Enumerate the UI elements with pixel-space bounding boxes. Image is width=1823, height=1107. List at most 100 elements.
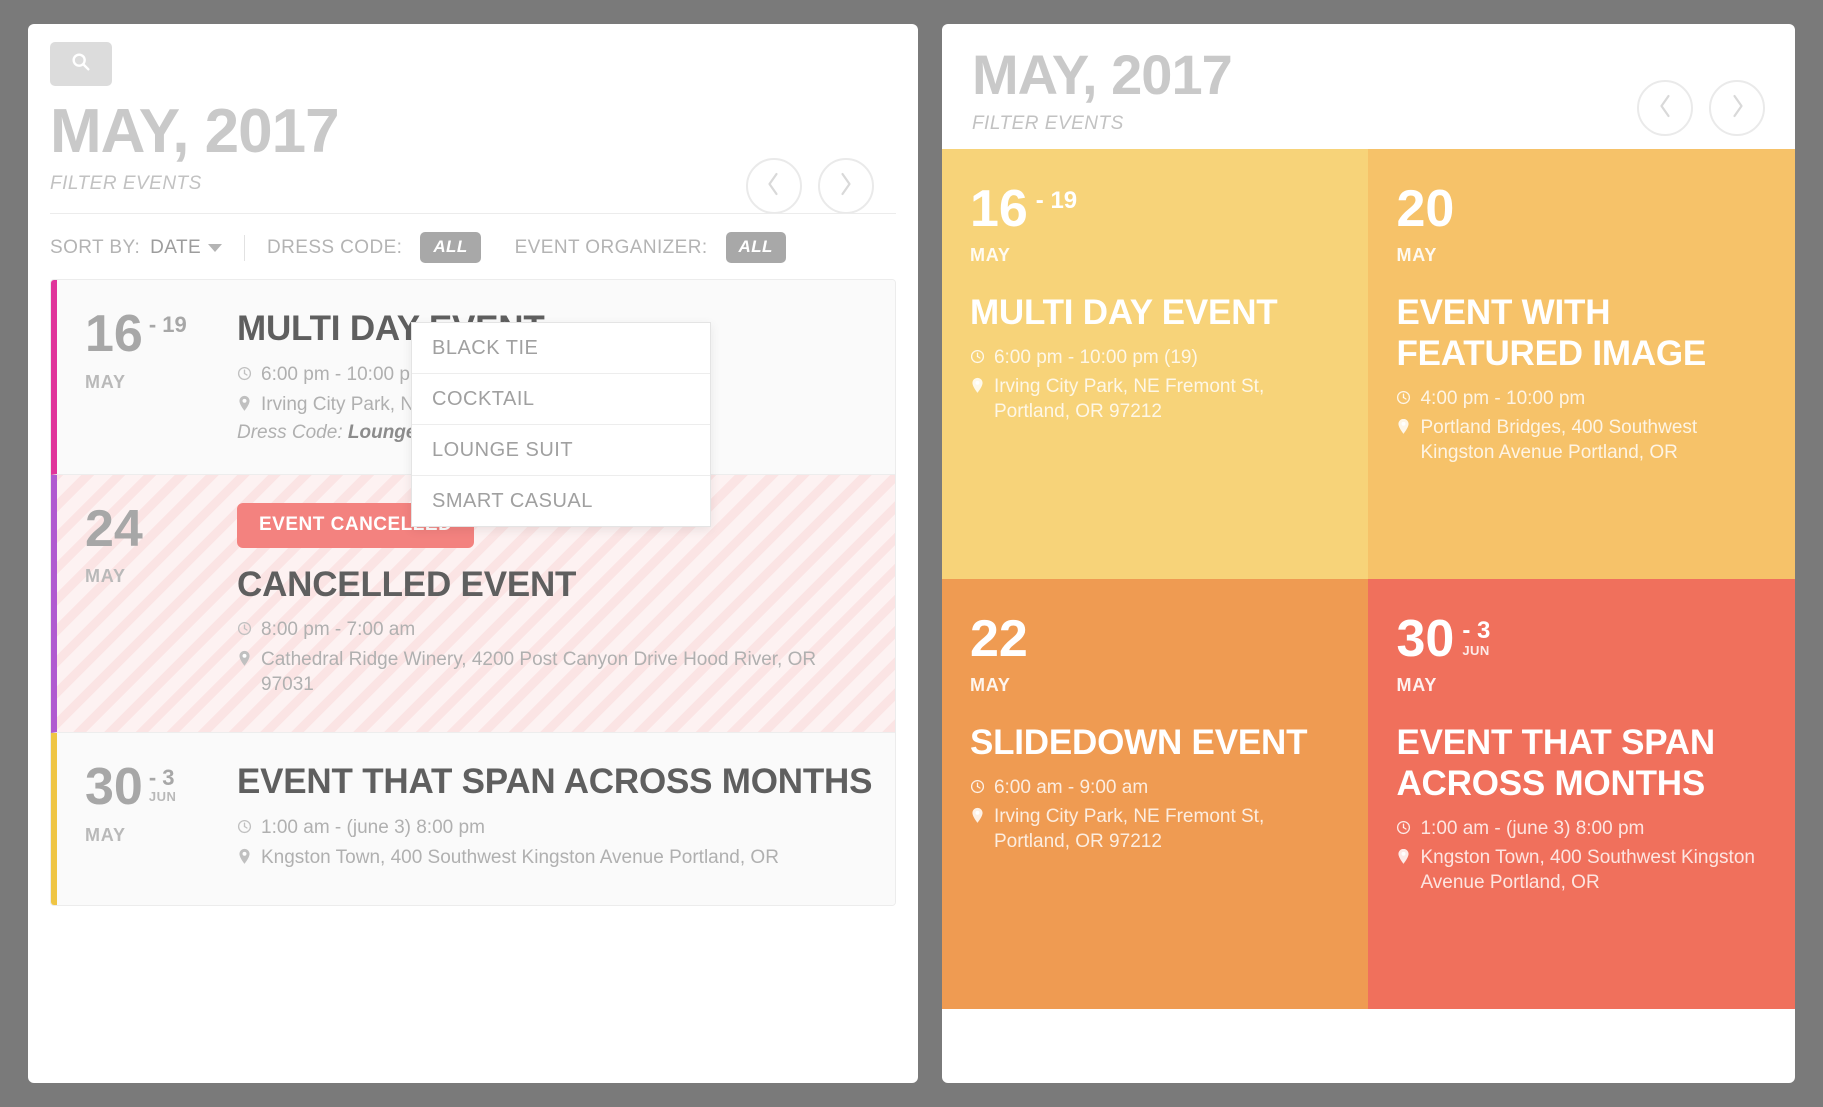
chevron-down-icon[interactable] — [208, 243, 223, 252]
event-list-panel: MAY, 2017 FILTER EVENTS SORT BY: DATE DR… — [28, 24, 918, 1083]
event-day: 24 — [85, 499, 143, 558]
event-location-line: Kngston Town, 400 Southwest Kingston Ave… — [237, 845, 873, 870]
next-month-button[interactable] — [817, 158, 874, 214]
event-time-line: 1:00 am - (june 3) 8:00 pm — [237, 815, 873, 840]
clock-icon — [1396, 819, 1420, 836]
sort-by-value[interactable]: DATE — [150, 237, 201, 259]
event-time: 4:00 pm - 10:00 pm — [1420, 388, 1586, 410]
event-title[interactable]: MULTI DAY EVENT — [970, 292, 1339, 333]
event-time-line: 1:00 am - (june 3) 8:00 pm — [1396, 816, 1765, 841]
event-end-day: - 3 — [1462, 617, 1491, 645]
toolbar-divider — [244, 234, 246, 261]
prev-month-button-right[interactable] — [1637, 80, 1693, 136]
event-tile[interactable]: 20 MAY EVENT WITH FEATURED IMAGE 4:00 pm - … — [1368, 149, 1795, 580]
event-tile-grid: 16 - 19 MAY MULTI DAY EVENT 6:00 pm - 10:00 … — [941, 149, 1795, 1010]
dress-code-option[interactable]: COCKTAIL — [412, 374, 710, 425]
chevron-left-icon — [1657, 93, 1674, 124]
event-title[interactable]: SLIDEDOWN EVENT — [970, 722, 1339, 763]
chevron-right-icon — [837, 171, 854, 202]
next-month-button-right[interactable] — [1709, 80, 1765, 136]
event-title[interactable]: EVENT THAT SPAN ACROSS MONTHS — [237, 761, 873, 802]
map-pin-icon — [970, 377, 994, 394]
event-date-column: 30- 3 JUN MAY — [85, 761, 237, 874]
event-info-column: EVENT THAT SPAN ACROSS MONTHS 1:00 am - (… — [237, 761, 873, 874]
map-pin-icon — [237, 650, 261, 667]
event-time-line: 8:00 pm - 7:00 am — [237, 617, 873, 642]
dress-code-filter-button[interactable]: ALL — [420, 232, 481, 264]
event-time: 1:00 am - (june 3) 8:00 pm — [261, 816, 485, 838]
event-end-day: - 3 — [148, 765, 175, 791]
event-location: Irving City Park, NE Fremont St, Portlan… — [993, 805, 1265, 852]
event-time: 6:00 pm - 10:00 pm (19) — [993, 346, 1198, 368]
event-day: 20 — [1396, 180, 1455, 239]
event-day: 30 — [1396, 610, 1455, 669]
event-time: 1:00 am - (june 3) 8:00 pm — [1420, 818, 1645, 840]
map-pin-icon — [970, 807, 994, 824]
event-day: 16 — [85, 305, 143, 364]
screen: MAY, 2017 FILTER EVENTS SORT BY: DATE DR… — [0, 0, 1823, 1107]
calendar-header: MAY, 2017 FILTER EVENTS — [50, 97, 896, 214]
filter-toolbar: SORT BY: DATE DRESS CODE: ALL EVENT ORGA… — [50, 213, 896, 279]
event-organizer-filter-button[interactable]: ALL — [725, 232, 786, 264]
event-location: Irving City Park, NE Fremont St, Portlan… — [993, 375, 1265, 422]
month-nav-right — [1637, 80, 1765, 136]
dress-code-option[interactable]: SMART CASUAL — [412, 476, 710, 526]
event-location-line: Irving City Park, NE Fremont St, Portlan… — [970, 804, 1339, 854]
search-button[interactable] — [50, 42, 112, 86]
clock-icon — [237, 818, 261, 835]
event-location-line: Cathedral Ridge Winery, 4200 Post Canyon… — [237, 647, 873, 697]
event-location-line: Kngston Town, 400 Southwest Kingston Ave… — [1396, 845, 1765, 895]
event-location: Cathedral Ridge Winery, 4200 Post Canyon… — [261, 649, 817, 696]
month-nav-left — [745, 158, 874, 214]
clock-icon — [1396, 389, 1420, 406]
dress-code-option[interactable]: BLACK TIE — [412, 323, 710, 374]
map-pin-icon — [237, 395, 261, 412]
event-end-date: - 19 — [1036, 189, 1077, 213]
event-end-date: - 3 JUN — [1462, 619, 1490, 659]
event-tile-date-block: 20 MAY — [1396, 180, 1765, 265]
search-icon — [70, 51, 92, 78]
event-end-date: - 19 — [149, 314, 187, 337]
event-location: Kngston Town, 400 Southwest Kingston Ave… — [261, 846, 779, 868]
event-tile[interactable]: 30- 3 JUN MAY EVENT THAT SPAN ACROSS MONTHS… — [1368, 579, 1795, 1010]
sort-by-label: SORT BY: — [50, 236, 141, 258]
event-title[interactable]: EVENT THAT SPAN ACROSS MONTHS — [1396, 722, 1765, 805]
event-end-date: - 3 JUN — [149, 767, 177, 804]
dress-code-option[interactable]: LOUNGE SUIT — [412, 425, 710, 476]
event-end-day: - 19 — [148, 312, 187, 338]
event-location: Kngston Town, 400 Southwest Kingston Ave… — [1420, 847, 1755, 894]
event-month: MAY — [85, 371, 126, 392]
event-day: 16 — [969, 180, 1028, 239]
clock-icon — [970, 348, 994, 365]
page-title: MAY, 2017 — [50, 97, 340, 166]
prev-month-button[interactable] — [745, 158, 802, 214]
dress-code-dropdown: BLACK TIE COCKTAIL LOUNGE SUIT SMART CASUAL — [411, 322, 711, 527]
event-day: 30 — [85, 758, 143, 817]
event-time-line: 6:00 am - 9:00 am — [970, 775, 1339, 800]
calendar-header-right: MAY, 2017 FILTER EVENTS — [942, 46, 1795, 136]
event-title[interactable]: CANCELLED EVENT — [237, 564, 873, 605]
event-location: Portland Bridges, 400 Southwest Kingston… — [1420, 417, 1698, 464]
event-list-item[interactable]: 30- 3 JUN MAY EVENT THAT SPAN ACROSS MONTHS… — [51, 733, 895, 905]
event-day: 22 — [969, 610, 1028, 669]
event-month: MAY — [1396, 244, 1438, 265]
event-month: MAY — [85, 566, 126, 587]
chevron-right-icon — [1729, 93, 1746, 124]
event-tile-date-block: 16 - 19 MAY — [969, 180, 1339, 265]
event-tile-date-block: 22 MAY — [969, 610, 1339, 695]
event-title[interactable]: EVENT WITH FEATURED IMAGE — [1396, 292, 1765, 375]
event-tile[interactable]: 16 - 19 MAY MULTI DAY EVENT 6:00 pm - 10:00 … — [941, 149, 1369, 580]
event-time-line: 6:00 pm - 10:00 pm (19) — [970, 345, 1339, 370]
event-time: 8:00 pm - 7:00 am — [261, 618, 416, 640]
event-end-month: JUN — [148, 789, 177, 805]
event-end-day: - 19 — [1035, 187, 1078, 215]
event-time-line: 4:00 pm - 10:00 pm — [1396, 386, 1765, 411]
event-month: MAY — [969, 244, 1011, 265]
event-location-line: Irving City Park, NE Fremont St, Portlan… — [970, 374, 1339, 424]
event-month: MAY — [1396, 674, 1438, 695]
event-end-month: JUN — [1462, 643, 1490, 659]
map-pin-icon — [237, 848, 261, 865]
event-location-line: Portland Bridges, 400 Southwest Kingston… — [1396, 415, 1765, 465]
dress-code-label: DRESS CODE: — [267, 236, 403, 258]
event-tile[interactable]: 22 MAY SLIDEDOWN EVENT 6:00 am - 9:00 am Irv… — [941, 579, 1369, 1010]
